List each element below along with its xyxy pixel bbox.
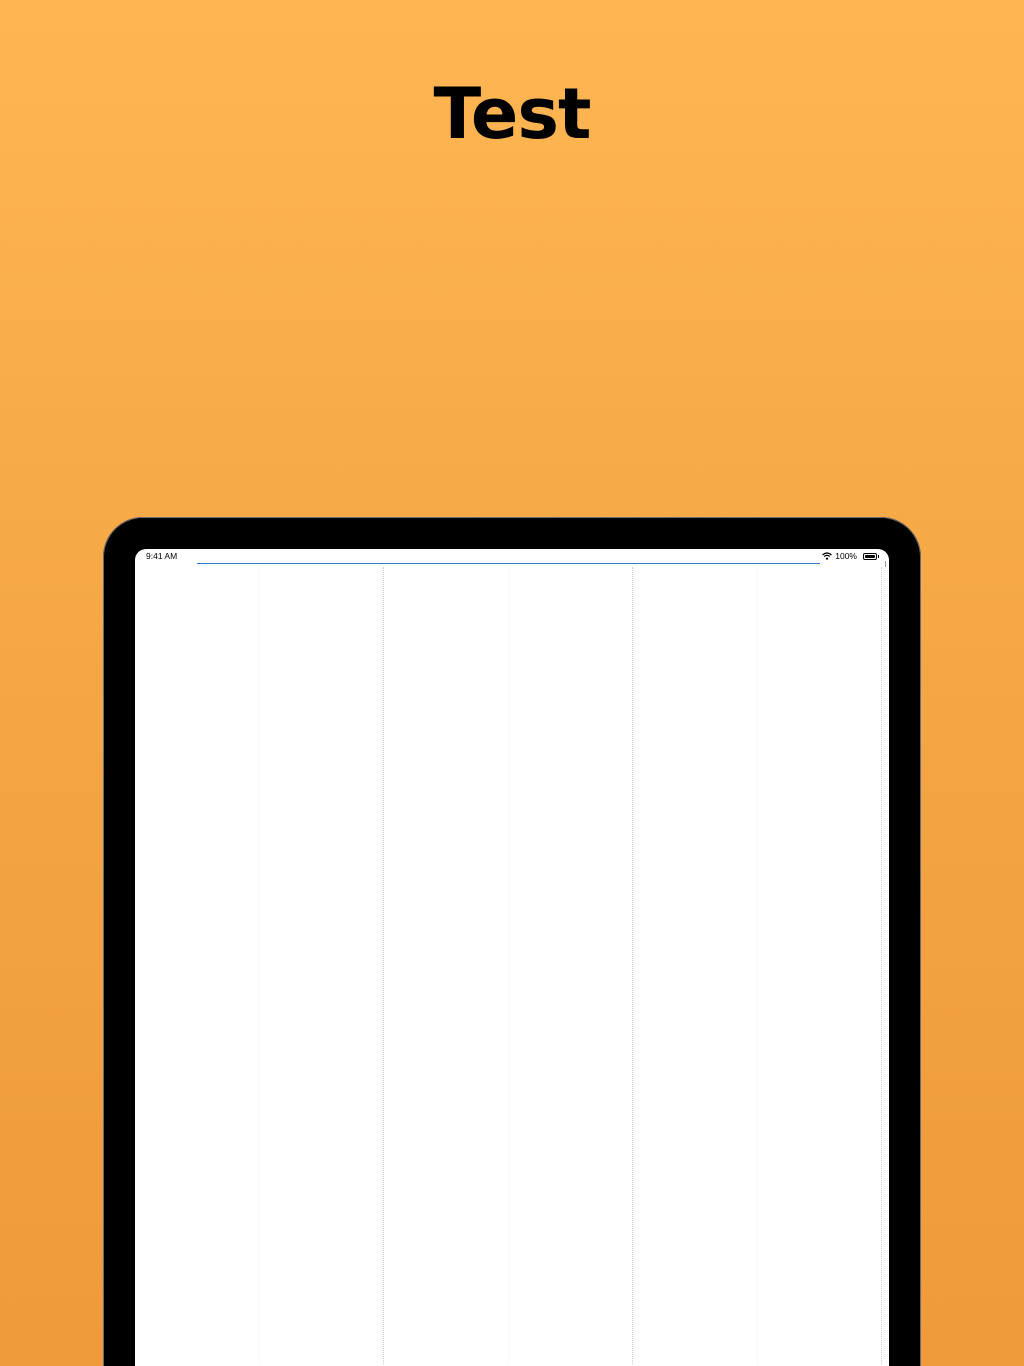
status-bar: 9:41 AM 100% [135, 549, 889, 563]
battery-icon [863, 552, 879, 560]
status-time: 9:41 AM [146, 551, 178, 561]
wifi-icon [822, 549, 833, 565]
loading-progress-line [197, 563, 820, 564]
scroll-indicator[interactable] [885, 561, 886, 567]
column-divider [881, 567, 882, 1366]
battery-percentage: 100% [835, 551, 857, 561]
status-indicators: 100% [822, 551, 879, 561]
tablet-frame: 9:41 AM 100% [103, 517, 921, 1366]
page-title: Test [433, 73, 591, 155]
tablet-screen: 9:41 AM 100% [135, 549, 889, 1366]
column-guide [259, 567, 260, 1366]
column-divider [632, 567, 633, 1366]
column-divider [383, 567, 384, 1366]
column-guide [508, 567, 509, 1366]
column-guide [757, 567, 758, 1366]
